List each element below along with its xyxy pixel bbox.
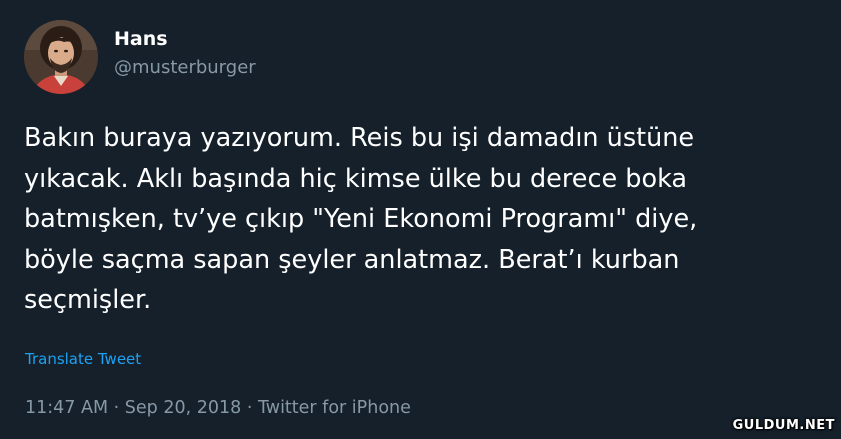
tweet-source[interactable]: Twitter for iPhone	[258, 398, 411, 418]
user-handle[interactable]: @musterburger	[114, 57, 256, 79]
translate-tweet-link[interactable]: Translate Tweet	[25, 349, 141, 369]
meta-separator: ·	[241, 398, 258, 418]
avatar-portrait-icon	[24, 20, 98, 94]
tweet-card: Hans @musterburger Bakın buraya yazıyoru…	[0, 0, 841, 439]
tweet-meta: 11:47 AM · Sep 20, 2018 · Twitter for iP…	[25, 396, 411, 420]
tweet-date[interactable]: Sep 20, 2018	[125, 398, 241, 418]
meta-separator: ·	[108, 398, 125, 418]
watermark: GULDUM.NET	[732, 418, 835, 433]
tweet-text: Bakın buraya yazıyorum. Reis bu işi dama…	[24, 123, 698, 315]
display-name[interactable]: Hans	[114, 28, 168, 50]
avatar[interactable]	[24, 20, 98, 94]
tweet-time[interactable]: 11:47 AM	[25, 398, 108, 418]
